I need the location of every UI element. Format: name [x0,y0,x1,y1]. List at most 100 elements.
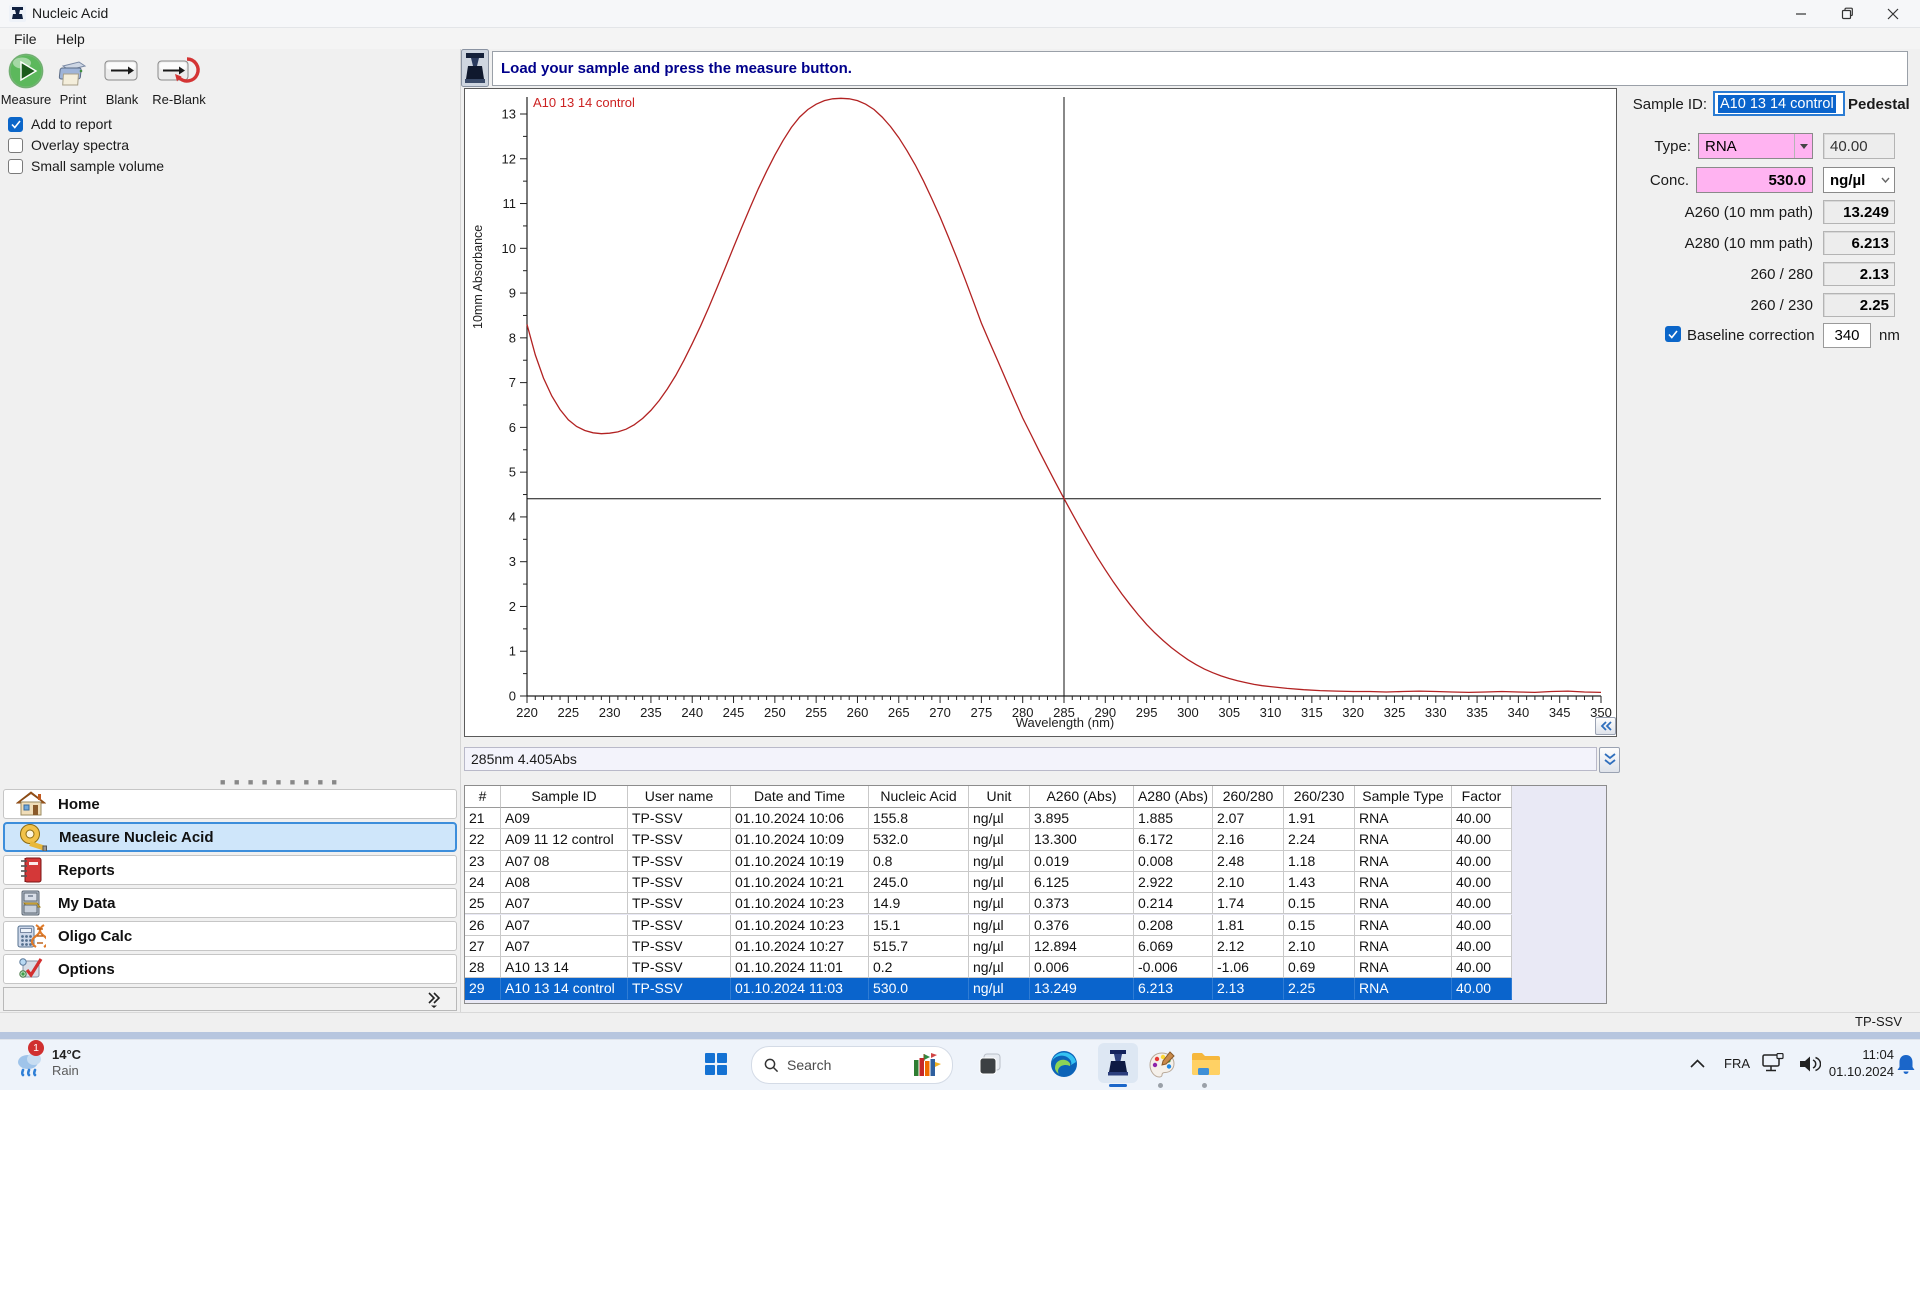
search-input[interactable]: Search [751,1046,953,1084]
table-cell[interactable]: 25 [465,893,501,915]
table-cell[interactable]: 01.10.2024 10:09 [731,829,869,851]
table-cell[interactable]: 2.12 [1213,935,1284,958]
table-cell[interactable]: 01.10.2024 10:27 [731,935,869,958]
table-cell[interactable]: ng/µl [969,935,1030,958]
table-cell[interactable]: 2.10 [1284,935,1355,958]
table-cell[interactable]: TP-SSV [628,978,731,1000]
table-cell[interactable]: 27 [465,935,501,958]
table-cell[interactable]: 0.208 [1134,914,1213,936]
table-cell[interactable]: 22 [465,829,501,851]
table-header-a280-abs-[interactable]: A280 (Abs) [1134,786,1213,808]
table-cell[interactable]: 2.24 [1284,829,1355,851]
table-cell[interactable]: RNA [1355,978,1452,1000]
tray-clock[interactable]: 11:04 01.10.2024 [1829,1046,1894,1080]
spectrum-plot[interactable]: 220 225 230 235 240 245 250 255 260 265 270 275 280 2… [465,89,1616,736]
table-cell[interactable]: ng/µl [969,829,1030,851]
sample-id-input[interactable]: A10 13 14 control [1713,91,1845,116]
table-cell[interactable]: 15.1 [869,914,969,936]
table-cell[interactable]: ng/µl [969,957,1030,979]
table-cell[interactable]: 40.00 [1452,914,1512,936]
checkbox-icon[interactable] [8,158,23,174]
tray-chevron-up-icon[interactable] [1686,1054,1708,1072]
conc-unit-select[interactable]: ng/µl [1823,167,1895,193]
task-view-icon[interactable] [975,1050,1005,1078]
blank-button[interactable]: Blank [98,52,146,107]
restore-button[interactable] [1824,0,1870,27]
table-cell[interactable]: 0.019 [1030,850,1134,872]
table-cell[interactable]: ng/µl [969,850,1030,872]
checkbox-overlay-spectra[interactable]: Overlay spectra [8,136,129,154]
table-cell[interactable]: RNA [1355,871,1452,894]
table-cell[interactable]: 1.43 [1284,871,1355,894]
collapse-chart-button[interactable] [1595,717,1616,735]
table-cell[interactable]: 01.10.2024 10:23 [731,914,869,936]
expand-table-button[interactable] [1599,747,1620,773]
table-cell[interactable]: A07 08 [501,850,628,872]
table-cell[interactable]: 155.8 [869,808,969,830]
close-button[interactable] [1870,0,1916,27]
table-cell[interactable]: 29 [465,978,501,1000]
table-cell[interactable]: 01.10.2024 10:19 [731,850,869,872]
table-cell[interactable]: 40.00 [1452,829,1512,851]
table-cell[interactable]: 245.0 [869,871,969,894]
table-header-sample-type[interactable]: Sample Type [1355,786,1452,808]
sidebar-item-reports[interactable]: Reports [3,855,457,885]
table-cell[interactable]: 14.9 [869,893,969,915]
baseline-wavelength-input[interactable]: 340 [1823,323,1871,348]
table-cell[interactable]: TP-SSV [628,957,731,979]
table-cell[interactable]: 0.008 [1134,850,1213,872]
table-cell[interactable]: 0.006 [1030,957,1134,979]
type-select[interactable]: RNA [1698,133,1813,159]
table-cell[interactable]: 2.13 [1213,978,1284,1000]
search-highlight-books-icon[interactable] [910,1052,942,1078]
table-cell[interactable]: 21 [465,808,501,830]
table-cell[interactable]: RNA [1355,957,1452,979]
table-cell[interactable]: 0.376 [1030,914,1134,936]
checkbox-small-sample-volume[interactable]: Small sample volume [8,157,164,175]
table-cell[interactable]: 515.7 [869,935,969,958]
sidebar-item-options[interactable]: Options [3,954,457,984]
table-cell[interactable]: 01.10.2024 11:03 [731,978,869,1000]
table-cell[interactable]: 2.16 [1213,829,1284,851]
notification-bell-icon[interactable] [1894,1052,1918,1076]
table-cell[interactable]: 1.81 [1213,914,1284,936]
table-cell[interactable]: ng/µl [969,978,1030,1000]
type-select-arrow-icon[interactable] [1794,134,1812,158]
sidebar-item-my-data[interactable]: My Data [3,888,457,918]
table-cell[interactable]: ng/µl [969,914,1030,936]
table-cell[interactable]: A08 [501,871,628,894]
checkbox-icon[interactable] [8,137,23,153]
paint-icon[interactable] [1146,1048,1178,1080]
checkbox-icon[interactable] [8,116,23,132]
table-cell[interactable]: 40.00 [1452,978,1512,1000]
table-cell[interactable]: TP-SSV [628,850,731,872]
table-header-user-name[interactable]: User name [628,786,731,808]
baseline-correction-checkbox[interactable] [1665,326,1681,342]
sidebar-item-oligo-calc[interactable]: Oligo Calc [3,921,457,951]
table-cell[interactable]: 2.48 [1213,850,1284,872]
table-cell[interactable]: A07 [501,914,628,936]
table-cell[interactable]: 40.00 [1452,808,1512,830]
table-cell[interactable]: TP-SSV [628,935,731,958]
nanodrop-app-icon[interactable] [1104,1049,1132,1077]
table-header-unit[interactable]: Unit [969,786,1030,808]
table-cell[interactable]: 532.0 [869,829,969,851]
network-icon[interactable] [1760,1052,1786,1076]
table-cell[interactable]: ng/µl [969,808,1030,830]
tray-language[interactable]: FRA [1724,1056,1750,1071]
table-cell[interactable]: 28 [465,957,501,979]
table-header-a260-abs-[interactable]: A260 (Abs) [1030,786,1134,808]
table-cell[interactable]: TP-SSV [628,893,731,915]
table-cell[interactable]: 13.300 [1030,829,1134,851]
table-header-factor[interactable]: Factor [1452,786,1512,808]
table-header-260-280[interactable]: 260/280 [1213,786,1284,808]
table-cell[interactable]: 6.172 [1134,829,1213,851]
table-cell[interactable]: RNA [1355,808,1452,830]
type-factor-field[interactable]: 40.00 [1823,133,1895,159]
sidebar-overflow-chevron-icon[interactable] [426,991,442,1008]
table-cell[interactable]: 01.10.2024 10:21 [731,871,869,894]
table-cell[interactable]: 6.069 [1134,935,1213,958]
table-header-260-230[interactable]: 260/230 [1284,786,1355,808]
table-cell[interactable]: A07 [501,893,628,915]
table-cell[interactable]: TP-SSV [628,808,731,830]
